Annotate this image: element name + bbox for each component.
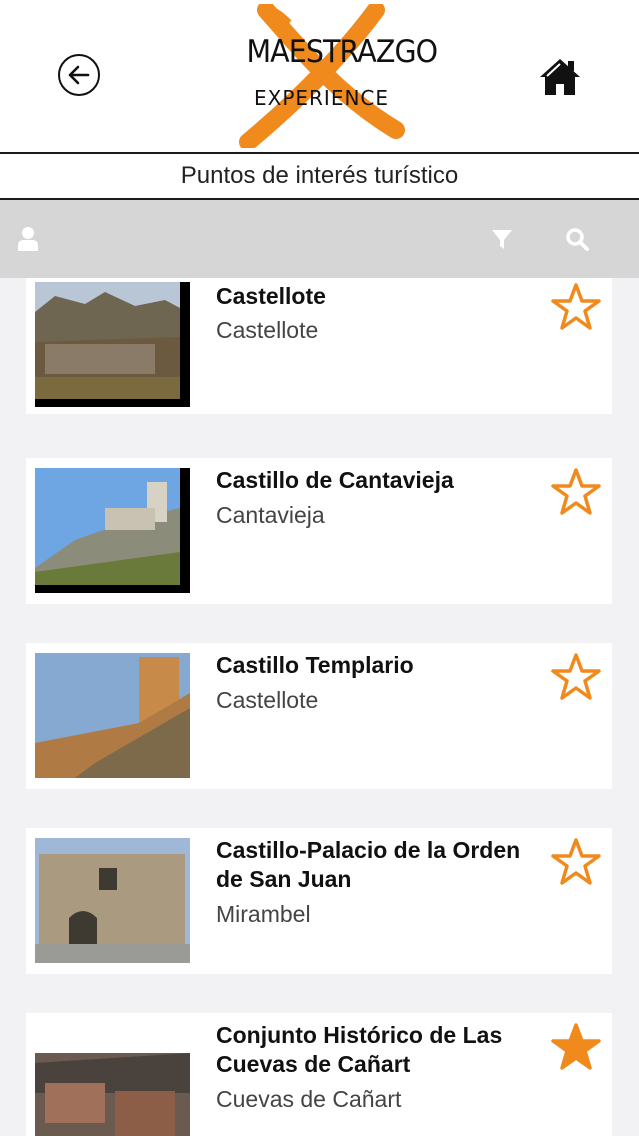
item-title: Castillo-Palacio de la Orden de San Juan [216, 837, 521, 892]
item-location: Castellote [216, 317, 319, 343]
list-item[interactable]: Castellote Castellote [26, 278, 612, 414]
back-button[interactable] [58, 54, 100, 96]
user-icon[interactable] [16, 226, 40, 252]
thumbnail-mirambel [35, 838, 190, 963]
list-item[interactable]: Castillo-Palacio de la Orden de San Juan… [26, 828, 612, 974]
home-icon[interactable] [538, 55, 582, 99]
list-item[interactable]: Castillo Templario Castellote [26, 643, 612, 789]
page-title: Puntos de interés turístico [0, 154, 639, 200]
item-location: Mirambel [216, 901, 311, 927]
arrow-left-icon [68, 65, 90, 85]
thumbnail-cuevas-de-canart [35, 1053, 190, 1136]
item-title: Castillo Templario [216, 652, 414, 678]
item-title: Conjunto Histórico de Las Cuevas de Caña… [216, 1022, 503, 1077]
maestrazgo-logo: MAESTRAZGO EXPERIENCE [236, 4, 438, 148]
star-outline-icon[interactable] [551, 282, 601, 332]
item-location: Cuevas de Cañart [216, 1086, 402, 1112]
thumbnail-castillo-templario [35, 653, 190, 778]
item-title: Castellote [216, 283, 326, 309]
list-item[interactable]: Castillo de Cantavieja Cantavieja [26, 458, 612, 604]
star-filled-icon[interactable] [551, 1022, 601, 1072]
list-item[interactable]: Conjunto Histórico de Las Cuevas de Caña… [26, 1013, 612, 1136]
star-outline-icon[interactable] [551, 467, 601, 517]
star-outline-icon[interactable] [551, 837, 601, 887]
logo-x-mark [239, 4, 405, 148]
thumbnail-castellote [35, 282, 190, 407]
search-icon[interactable] [565, 226, 589, 252]
item-title: Castillo de Cantavieja [216, 467, 454, 493]
item-location: Castellote [216, 687, 319, 713]
logo-text-maestrazgo: MAESTRAZGO [246, 34, 438, 70]
app-header: MAESTRAZGO EXPERIENCE [0, 0, 639, 154]
filter-icon[interactable] [490, 226, 514, 252]
star-outline-icon[interactable] [551, 652, 601, 702]
toolbar [0, 200, 639, 278]
item-location: Cantavieja [216, 502, 325, 528]
thumbnail-cantavieja [35, 468, 190, 593]
logo-text-experience: EXPERIENCE [254, 86, 390, 110]
poi-list[interactable]: Castellote Castellote Castillo de Cantav… [0, 278, 639, 1136]
